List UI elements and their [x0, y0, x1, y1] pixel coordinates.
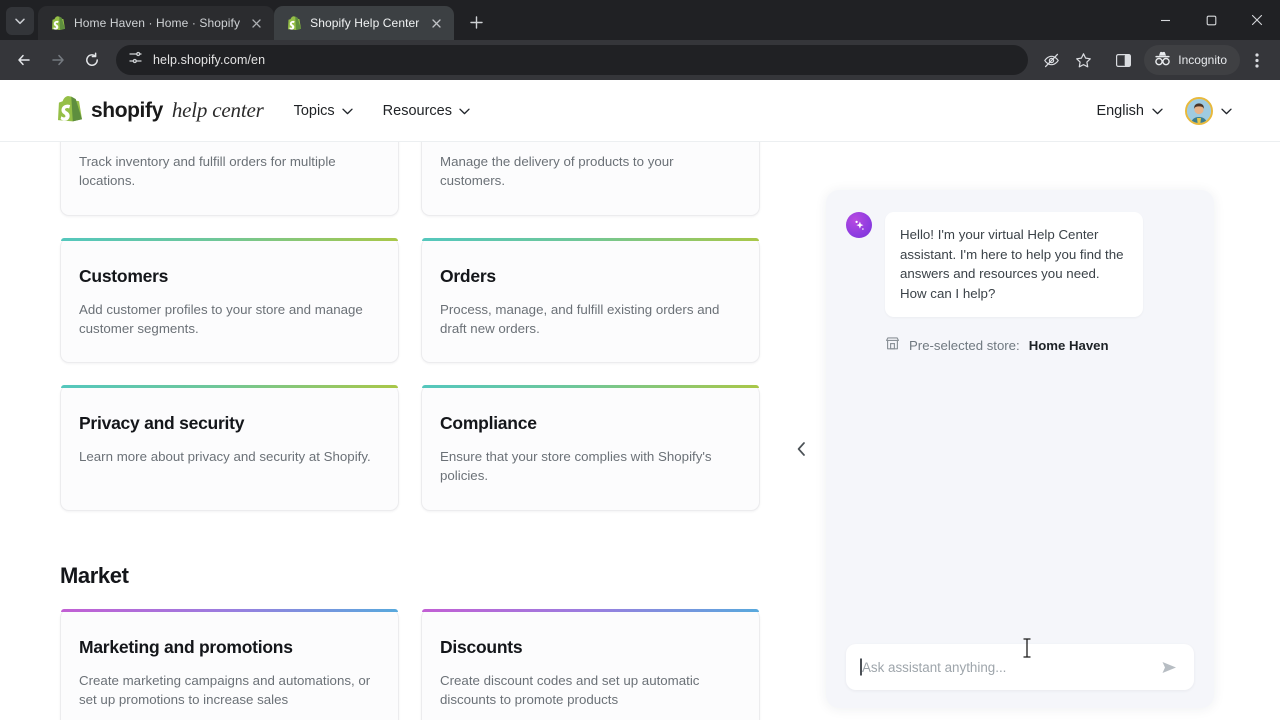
send-arrow-icon[interactable]	[1159, 657, 1179, 677]
assistant-panel: Hello! I'm your virtual Help Center assi…	[797, 190, 1214, 708]
search-input[interactable]: Ask assistant anything...	[860, 637, 1159, 676]
shopify-favicon-icon	[286, 15, 302, 31]
address-bar[interactable]: help.shopify.com/en	[116, 45, 1029, 75]
browser-window: Home Haven · Home · Shopify Shopify Help…	[0, 0, 1280, 720]
chevron-down-icon	[459, 103, 470, 119]
card-title: Marketing and promotions	[79, 636, 293, 657]
topic-card-marketing-and-promotions[interactable]: Marketing and promotions Create marketin…	[60, 608, 399, 720]
preselected-store-row: Pre-selected store: Home Haven	[885, 336, 1194, 354]
tab-close-icon[interactable]	[428, 15, 444, 31]
topic-card-discounts[interactable]: Discounts Create discount codes and set …	[421, 608, 760, 720]
forward-arrow-icon	[42, 44, 74, 76]
topic-card-privacy-and-security[interactable]: Privacy and security Learn more about pr…	[60, 385, 399, 511]
nav-label: Topics	[293, 102, 335, 119]
topic-card-orders[interactable]: Orders Process, manage, and fulfill exis…	[421, 237, 760, 364]
back-arrow-icon[interactable]	[8, 44, 40, 76]
card-title: Discounts	[440, 636, 523, 657]
section-title-market: Market	[60, 562, 129, 588]
site-settings-icon[interactable]	[128, 50, 143, 70]
tab-title: Home Haven · Home · Shopify	[74, 16, 241, 30]
side-panel-icon[interactable]	[1108, 45, 1138, 75]
topic-card-compliance[interactable]: Compliance Ensure that your store compli…	[421, 385, 760, 511]
nav-item-resources[interactable]: Resources	[383, 103, 470, 119]
assistant-message-row: Hello! I'm your virtual Help Center assi…	[846, 212, 1194, 318]
page-viewport: shopify help center Topics Resources Eng…	[0, 80, 1280, 720]
logo-subtitle: help center	[171, 98, 264, 122]
incognito-icon	[1154, 51, 1171, 69]
storefront-icon	[885, 336, 900, 354]
tab-close-icon[interactable]	[248, 15, 264, 31]
header-nav: Topics Resources	[294, 103, 470, 119]
card-description: Learn more about privacy and security at…	[79, 449, 371, 465]
new-tab-icon[interactable]	[462, 8, 490, 36]
browser-toolbar: help.shopify.com/en Incognito	[0, 40, 1280, 80]
card-description: Add customer profiles to your store and …	[79, 301, 363, 336]
card-description: Process, manage, and fulfill existing or…	[440, 301, 720, 336]
avatar	[1185, 96, 1213, 125]
browser-tab-0[interactable]: Home Haven · Home · Shopify	[38, 6, 275, 40]
language-label: English	[1096, 102, 1144, 119]
tab-title: Shopify Help Center	[310, 16, 420, 30]
chevron-left-icon[interactable]	[790, 436, 812, 462]
incognito-label: Incognito	[1178, 53, 1227, 67]
shopify-favicon-icon	[50, 15, 66, 31]
chevron-down-icon	[1221, 102, 1232, 120]
nav-item-topics[interactable]: Topics	[294, 103, 353, 119]
logo-wordmark: shopify	[91, 98, 163, 122]
market-cards-grid: Marketing and promotions Create marketin…	[60, 608, 760, 720]
account-menu[interactable]	[1185, 96, 1232, 125]
topic-card-customers[interactable]: Customers Add customer profiles to your …	[60, 237, 399, 364]
card-description: Create marketing campaigns and automatio…	[79, 672, 371, 707]
language-selector[interactable]: English	[1096, 103, 1163, 119]
assistant-input-row[interactable]: Ask assistant anything...	[846, 637, 1194, 690]
preselected-store-label: Pre-selected store:	[909, 337, 1020, 353]
chevron-down-icon	[1152, 103, 1163, 119]
shopify-help-center-logo[interactable]: shopify help center	[58, 95, 264, 127]
three-dot-menu-icon[interactable]	[1242, 45, 1272, 75]
url-text: help.shopify.com/en	[153, 53, 266, 67]
maximize-icon[interactable]	[1188, 0, 1234, 40]
topic-card-locations[interactable]: Locations Track inventory and fulfill or…	[60, 142, 399, 216]
card-description: Manage the delivery of products to your …	[440, 154, 674, 189]
card-description: Create discount codes and set up automat…	[440, 672, 700, 707]
incognito-profile-button[interactable]: Incognito	[1144, 45, 1240, 75]
star-icon[interactable]	[1068, 45, 1098, 75]
minimize-icon[interactable]	[1142, 0, 1188, 40]
card-description: Track inventory and fulfill orders for m…	[79, 154, 336, 189]
eye-off-icon[interactable]	[1036, 45, 1066, 75]
main-content: Locations Track inventory and fulfill or…	[0, 142, 800, 720]
topic-cards-grid: Locations Track inventory and fulfill or…	[60, 142, 760, 511]
preselected-store-name: Home Haven	[1028, 337, 1109, 353]
topic-card-shipping-and-delivery[interactable]: Shipping and delivery Manage the deliver…	[421, 142, 760, 216]
browser-tab-1[interactable]: Shopify Help Center	[274, 6, 455, 40]
card-title: Compliance	[440, 413, 537, 434]
assistant-greeting-bubble: Hello! I'm your virtual Help Center assi…	[885, 212, 1143, 318]
chevron-down-icon	[341, 103, 353, 119]
sparkle-icon	[846, 212, 872, 238]
header-right: English	[1096, 96, 1232, 125]
card-title: Privacy and security	[79, 413, 245, 434]
close-icon[interactable]	[1234, 0, 1280, 40]
reload-icon[interactable]	[76, 44, 108, 76]
assistant-message-spacer	[846, 354, 1194, 644]
assistant-input-placeholder: Ask assistant anything...	[862, 659, 1007, 675]
card-title: Orders	[440, 265, 496, 286]
text-caret	[860, 658, 862, 676]
window-controls	[1142, 0, 1280, 40]
help-center-header: shopify help center Topics Resources Eng…	[0, 80, 1280, 142]
shopify-bag-icon	[58, 95, 82, 127]
tab-search-icon[interactable]	[6, 7, 34, 35]
card-title: Customers	[79, 265, 169, 286]
nav-label: Resources	[382, 102, 452, 119]
mouse-ibeam-cursor	[1022, 637, 1032, 658]
card-description: Ensure that your store complies with Sho…	[440, 449, 712, 484]
tab-strip: Home Haven · Home · Shopify Shopify Help…	[0, 0, 1280, 40]
